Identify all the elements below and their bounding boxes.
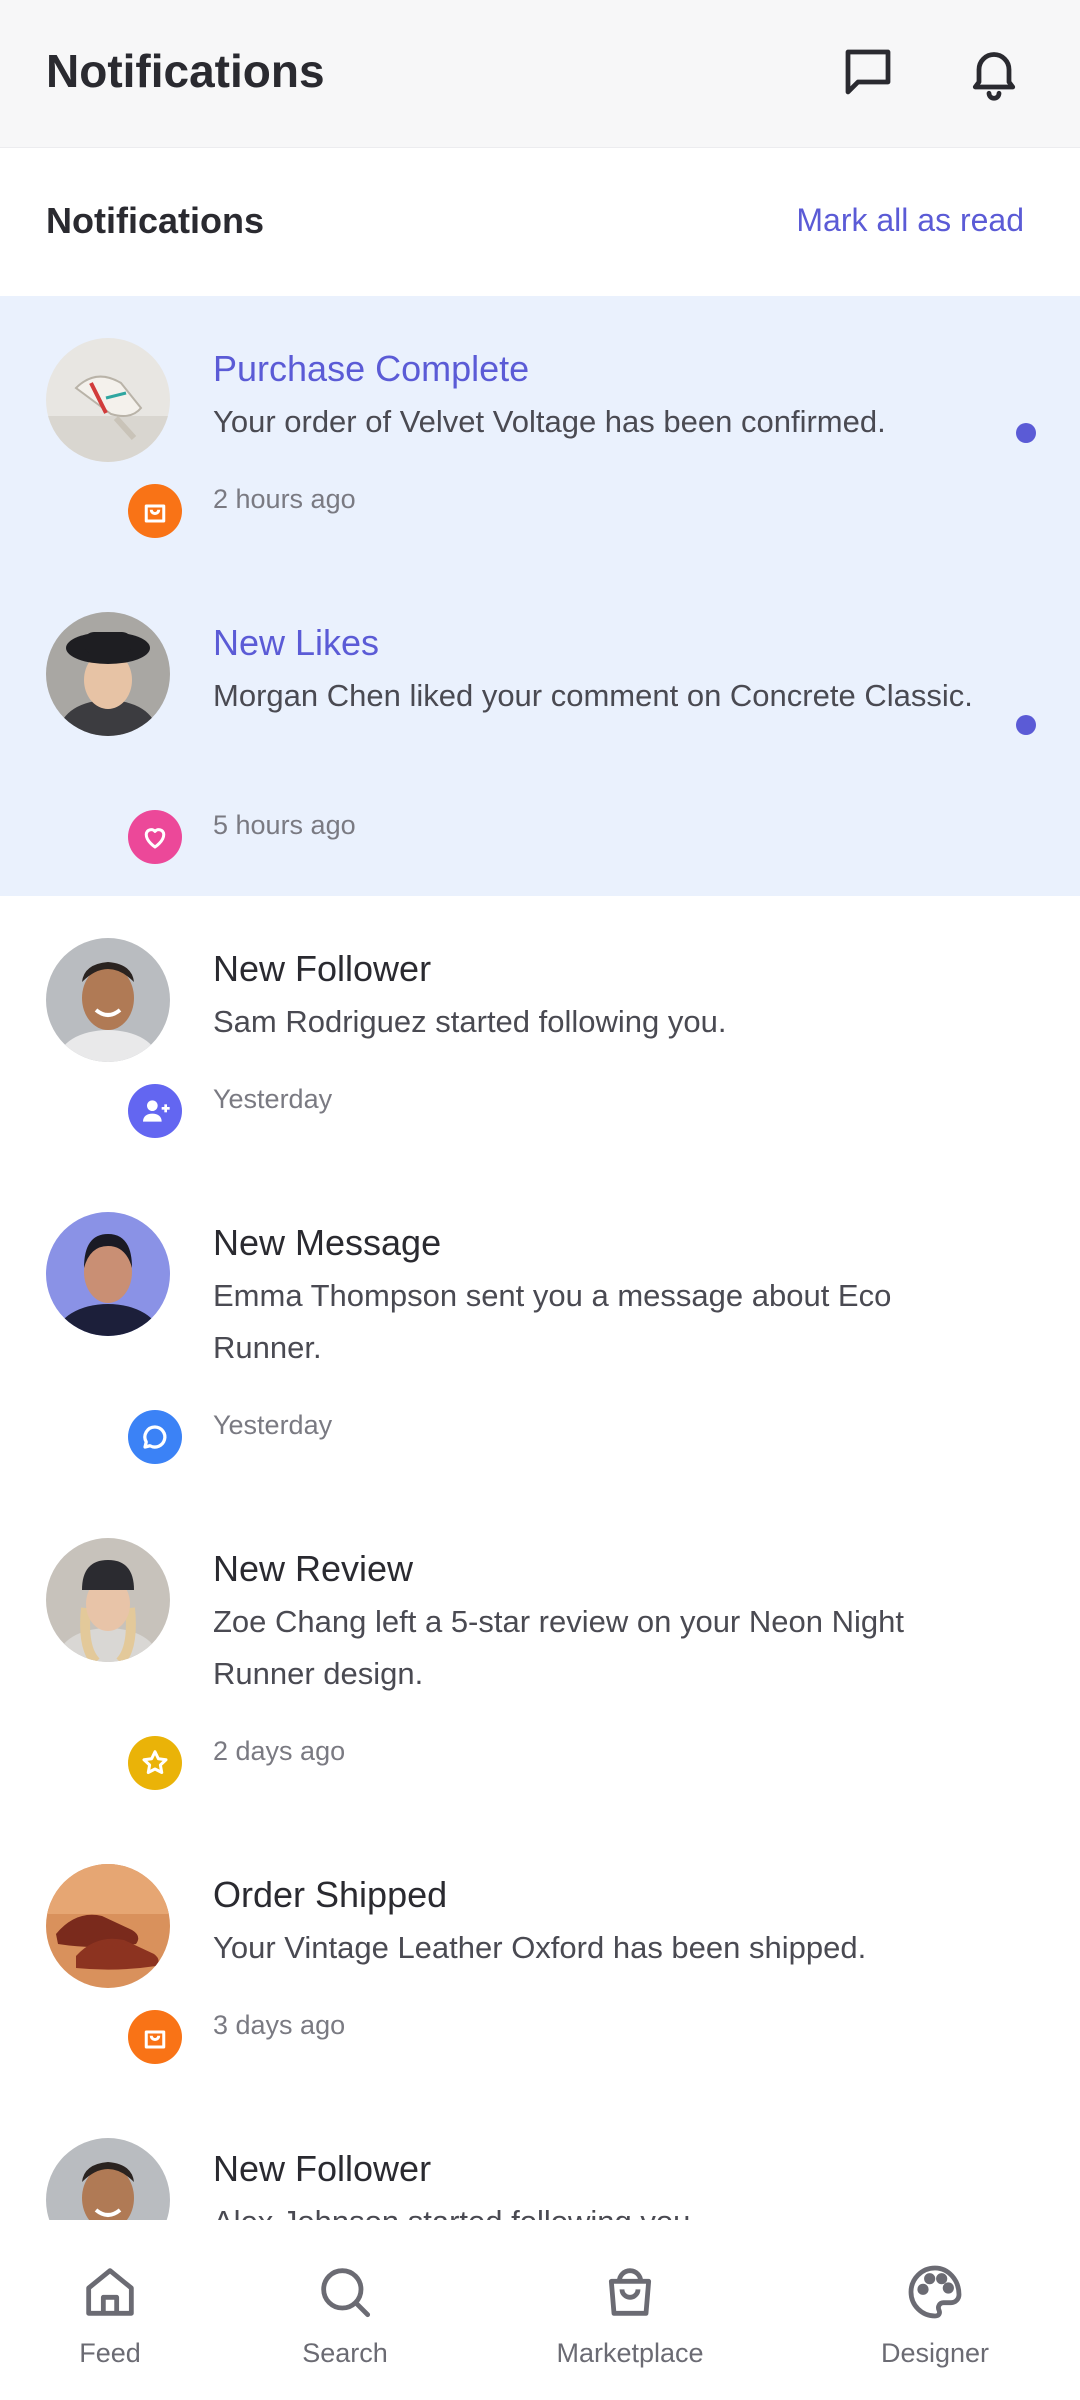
notification-time: 5 hours ago — [213, 810, 356, 840]
badge — [128, 484, 182, 538]
person-with-hat-photo — [46, 612, 170, 736]
notification-item[interactable]: New Follower Sam Rodriguez started follo… — [0, 896, 1080, 1170]
bell-icon — [972, 52, 1016, 101]
smiling-man-photo — [46, 938, 170, 1062]
leather-shoes-photo — [46, 1864, 170, 1988]
notification-title: Purchase Complete — [213, 348, 530, 389]
smiling-man-photo — [46, 2138, 170, 2220]
avatar — [46, 1538, 170, 1662]
notification-time: 3 days ago — [213, 2010, 346, 2040]
notification-item[interactable]: New Follower Alex Johnson started follow… — [0, 2096, 1080, 2220]
woman-blue-light-photo — [46, 1212, 170, 1336]
notification-time: 2 days ago — [213, 1736, 346, 1766]
top-app-bar: Notifications — [0, 0, 1080, 148]
unread-dot — [1016, 715, 1036, 735]
avatar — [46, 2138, 170, 2220]
avatar — [46, 338, 170, 462]
notification-time: Yesterday — [213, 1410, 333, 1440]
notification-item[interactable]: New Review Zoe Chang left a 5-star revie… — [0, 1496, 1080, 1822]
notification-body: Your order of Velvet Voltage has been co… — [213, 404, 886, 439]
page-title: Notifications — [46, 45, 325, 97]
chat-icon — [143, 1425, 167, 1449]
badge — [128, 2010, 182, 2064]
notification-list: Purchase Complete Your order of Velvet V… — [0, 296, 1080, 2220]
heart-icon — [144, 828, 166, 849]
notification-title: New Follower — [213, 948, 432, 989]
avatar — [46, 938, 170, 1062]
nav-label: Marketplace — [556, 2338, 704, 2368]
badge — [128, 1084, 182, 1138]
avatar — [46, 612, 170, 736]
sneaker-product-photo — [46, 338, 170, 462]
star-icon — [142, 1750, 168, 1774]
search-icon — [321, 2268, 371, 2318]
notification-body: Alex Johnson started following you. — [213, 2196, 993, 2220]
notification-body: Zoe Chang left a 5-star review on your N… — [213, 1604, 904, 1691]
shopping-bag-icon — [608, 2268, 652, 2316]
notification-time: 2 hours ago — [213, 484, 356, 514]
notification-body: Your Vintage Leather Oxford has been shi… — [213, 1930, 867, 1965]
user-plus-icon — [143, 1100, 170, 1122]
nav-label: Feed — [79, 2338, 141, 2368]
badge — [128, 810, 182, 864]
notification-title: New Message — [213, 1222, 442, 1263]
woman-beanie-photo — [46, 1538, 170, 1662]
mark-all-read-link[interactable]: Mark all as read — [796, 202, 1024, 239]
notification-item[interactable]: Order Shipped Your Vintage Leather Oxfor… — [0, 1822, 1080, 2096]
notification-body: Morgan Chen liked your comment on Concre… — [213, 678, 973, 713]
avatar — [46, 1864, 170, 1988]
shopping-bag-icon — [144, 2030, 166, 2049]
notification-item[interactable]: New Message Emma Thompson sent you a mes… — [0, 1170, 1080, 1496]
notification-title: New Review — [213, 1548, 414, 1589]
notification-item[interactable]: Purchase Complete Your order of Velvet V… — [0, 296, 1080, 570]
notifications-button[interactable] — [958, 36, 1030, 108]
badge — [128, 1736, 182, 1790]
chat-bubble-icon — [845, 49, 891, 95]
section-title: Notifications — [46, 200, 265, 241]
badge — [128, 1410, 182, 1464]
home-icon — [86, 2268, 134, 2316]
notification-title: New Likes — [213, 622, 380, 663]
nav-feed[interactable]: Feed — [10, 2260, 210, 2369]
notification-body: Emma Thompson sent you a message about E… — [213, 1278, 892, 1365]
nav-label: Designer — [880, 2338, 990, 2368]
avatar — [46, 1212, 170, 1336]
notifications-subheader: Notifications Mark all as read — [0, 148, 1080, 296]
shopping-bag-icon — [144, 504, 166, 523]
notification-title: New Follower — [213, 2148, 432, 2189]
notification-body: Sam Rodriguez started following you. — [213, 1004, 727, 1039]
unread-dot — [1016, 423, 1036, 443]
bottom-navigation: Feed Search Marketplace Designer — [0, 2220, 1080, 2400]
nav-designer[interactable]: Designer — [835, 2260, 1035, 2369]
messages-button[interactable] — [832, 36, 904, 108]
nav-label: Search — [302, 2338, 388, 2368]
notification-time: Yesterday — [213, 1084, 333, 1114]
nav-search[interactable]: Search — [245, 2260, 445, 2369]
notification-item[interactable]: New Likes Morgan Chen liked your comment… — [0, 570, 1080, 896]
palette-icon — [908, 2265, 962, 2319]
nav-marketplace[interactable]: Marketplace — [530, 2260, 730, 2369]
notification-title: Order Shipped — [213, 1874, 448, 1915]
